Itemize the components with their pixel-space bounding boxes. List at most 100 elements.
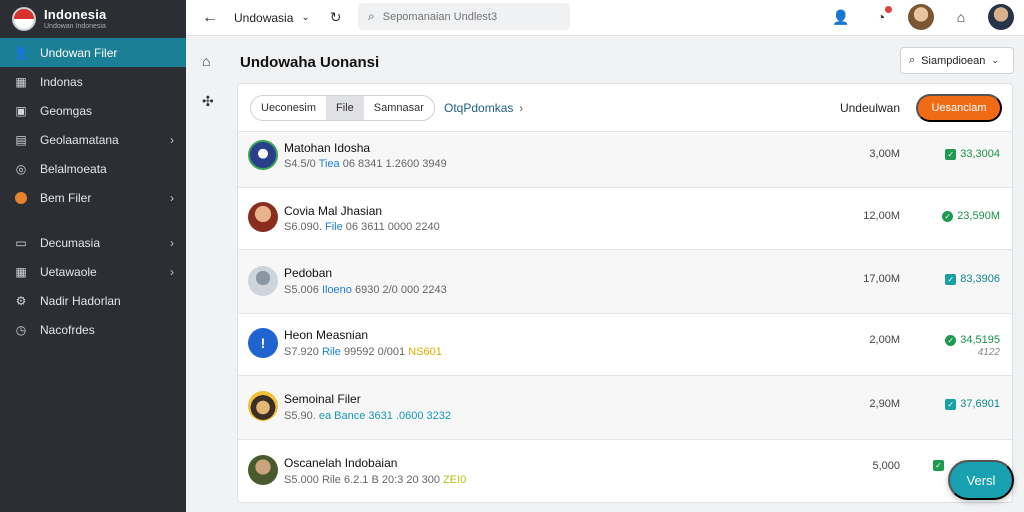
sidebar-divider (0, 212, 186, 228)
item-tag[interactable]: Tiea (319, 158, 340, 170)
check-circle-icon: ✓ (945, 334, 957, 346)
home-icon[interactable]: ⌂ (202, 53, 210, 69)
sort-label: Siampdioean (921, 54, 986, 67)
sidebar-item-label: Nacofrdes (40, 322, 95, 337)
search-input[interactable] (382, 10, 553, 23)
back-arrow-icon[interactable]: ← (202, 9, 218, 27)
sidebar-item-label: Indonas (40, 74, 83, 89)
item-meta: S4.5/0 Tiea 06 8341 1.2600 3949 (284, 158, 447, 170)
topbar-actions: 👤 ◔ ⌂ (828, 4, 1014, 30)
sidebar-item-bem-filer[interactable]: Bem Filer › (0, 183, 186, 212)
sidebar-item-nacofrdes[interactable]: ◷ Nacofrdes (0, 315, 186, 344)
item-tag[interactable]: Rile (322, 346, 341, 358)
segment-option[interactable]: Ueconesim (251, 96, 326, 120)
gear-icon: ⚙ (15, 293, 27, 308)
check-square-icon: ✓ (933, 460, 944, 471)
primary-action-button[interactable]: Uesanclam (916, 94, 1002, 122)
status-badge: ✓ 33,3004 (945, 148, 1000, 160)
sidebar-item-label: Decumasia (40, 235, 101, 250)
chevron-right-icon: › (170, 190, 174, 205)
brand-title: Indonesia (44, 7, 107, 22)
sort-dropdown[interactable]: ⌕ Siampdioean ⌄ (900, 47, 1014, 74)
sidebar-item-uetawaole[interactable]: ▦ Uetawaole › (0, 257, 186, 286)
file-avatar (248, 391, 278, 421)
file-avatar (248, 266, 278, 296)
file-avatar (248, 140, 278, 170)
sidebar-item-label: Uetawaole (40, 264, 97, 279)
search-icon: ⌕ (909, 54, 916, 66)
utility-column: ⌂ ✣ (186, 37, 236, 512)
sidebar-item-belalmoeata[interactable]: ◎ Belalmoeata (0, 154, 186, 183)
globe-icon: ◎ (15, 161, 27, 176)
item-tag[interactable]: ea Bance 3631 .0600 3232 (319, 410, 451, 422)
topbar-title[interactable]: Undowasia (234, 11, 293, 25)
item-meta: S6.090. File 06 3611 0000 2240 (284, 221, 440, 233)
status-badge: ✓ 37,6901 (945, 398, 1000, 410)
segment-option[interactable]: Samnasar (364, 96, 434, 120)
item-name: Covia Mal Jhasian (284, 204, 383, 218)
sidebar-item-nadir-hadorlan[interactable]: ⚙ Nadir Hadorlan (0, 286, 186, 315)
item-tag[interactable]: File (325, 221, 343, 233)
folder-icon: ▭ (15, 235, 27, 250)
indonesia-flag-logo-icon (12, 7, 36, 31)
sidebar: Indonesia Undowan Indonesia 👤 Undowan Fi… (0, 0, 186, 512)
user-icon: 👤 (13, 45, 29, 60)
floating-action-button[interactable]: Versl (948, 460, 1014, 500)
user-profile-icon[interactable]: 👤 (828, 4, 854, 30)
user-avatar[interactable] (988, 4, 1014, 30)
item-size: 3,00M (869, 148, 900, 160)
sidebar-item-label: Geolaamatana (40, 132, 119, 147)
grid-icon: ▦ (15, 264, 27, 279)
chevron-right-icon: › (519, 103, 524, 115)
segment-option-selected[interactable]: File (326, 96, 364, 120)
chevron-right-icon: › (170, 264, 174, 279)
gift-icon[interactable]: ⌂ (948, 4, 974, 30)
list-item[interactable]: Pedoban S5.006 Iloeno 6930 2/0 000 2243 … (238, 250, 1012, 314)
item-tag[interactable]: Iloeno (322, 284, 352, 296)
list-item[interactable]: ! Heon Measnian S7.920 Rile 99592 0/001 … (238, 314, 1012, 376)
item-size: 17,00M (863, 273, 900, 285)
item-meta: S5.90. ea Bance 3631 .0600 3232 (284, 410, 451, 422)
list-item[interactable]: Oscanelah Indobaian S5.000 Rile 6.2.1 B … (238, 440, 1012, 502)
item-meta: S5.000 Rile 6.2.1 B 20:3 20 300 ZEI0 (284, 474, 467, 486)
list-item[interactable]: Matohan Idosha S4.5/0 Tiea 06 8341 1.260… (238, 132, 1012, 188)
topbar: ← Undowasia ⌄ ↻ ⌕ 👤 ◔ ⌂ (186, 0, 1024, 36)
search-icon: ⌕ (368, 9, 375, 23)
tools-icon[interactable]: ✣ (202, 93, 214, 110)
sidebar-item-indonas[interactable]: ▦ Indonas (0, 67, 186, 96)
check-square-icon: ✓ (945, 148, 957, 160)
item-tag[interactable]: Rile (322, 474, 341, 486)
status-badge: ✓ (933, 460, 944, 471)
search-box[interactable]: ⌕ (358, 3, 570, 30)
view-segmented-control: Ueconesim File Samnasar (250, 95, 435, 121)
sidebar-nav: 👤 Undowan Filer ▦ Indonas ▣ Geomgas ▤ Ge… (0, 38, 186, 344)
notification-icon[interactable]: ◔ (868, 4, 894, 30)
sidebar-item-undowan-filer[interactable]: 👤 Undowan Filer (0, 38, 186, 67)
check-circle-icon: ✓ (942, 210, 954, 222)
avatar[interactable] (908, 4, 934, 30)
item-size: 5,000 (872, 460, 900, 472)
brand-subtitle: Undowan Indonesia (44, 23, 106, 30)
header-label: Undeulwan (839, 101, 900, 115)
list-item[interactable]: Covia Mal Jhasian S6.090. File 06 3611 0… (238, 188, 1012, 250)
orange-circle-icon (14, 191, 28, 205)
check-square-icon: ✓ (945, 398, 957, 410)
sidebar-item-geomgas[interactable]: ▣ Geomgas (0, 96, 186, 125)
list-item[interactable]: Semoinal Filer S5.90. ea Bance 3631 .060… (238, 376, 1012, 440)
brand[interactable]: Indonesia Undowan Indonesia (0, 0, 186, 38)
item-meta: S5.006 Iloeno 6930 2/0 000 2243 (284, 284, 447, 296)
info-icon: ! (248, 328, 278, 358)
clock-icon: ◷ (15, 322, 27, 337)
refresh-icon[interactable]: ↻ (330, 9, 342, 26)
sidebar-item-decumasia[interactable]: ▭ Decumasia › (0, 228, 186, 257)
breadcrumb[interactable]: OtqPdomkas › (444, 101, 523, 115)
breadcrumb-label: OtqPdomkas (444, 101, 514, 115)
chevron-down-icon[interactable]: ⌄ (301, 12, 309, 23)
item-size: 12,00M (863, 210, 900, 222)
sidebar-item-geolaamatana[interactable]: ▤ Geolaamatana › (0, 125, 186, 154)
sidebar-item-label: Nadir Hadorlan (40, 293, 121, 308)
item-name: Heon Measnian (284, 328, 369, 342)
status-badge: ✓ 23,590M (942, 210, 1000, 222)
chevron-right-icon: › (170, 235, 174, 250)
calendar-icon: ▤ (15, 132, 27, 147)
